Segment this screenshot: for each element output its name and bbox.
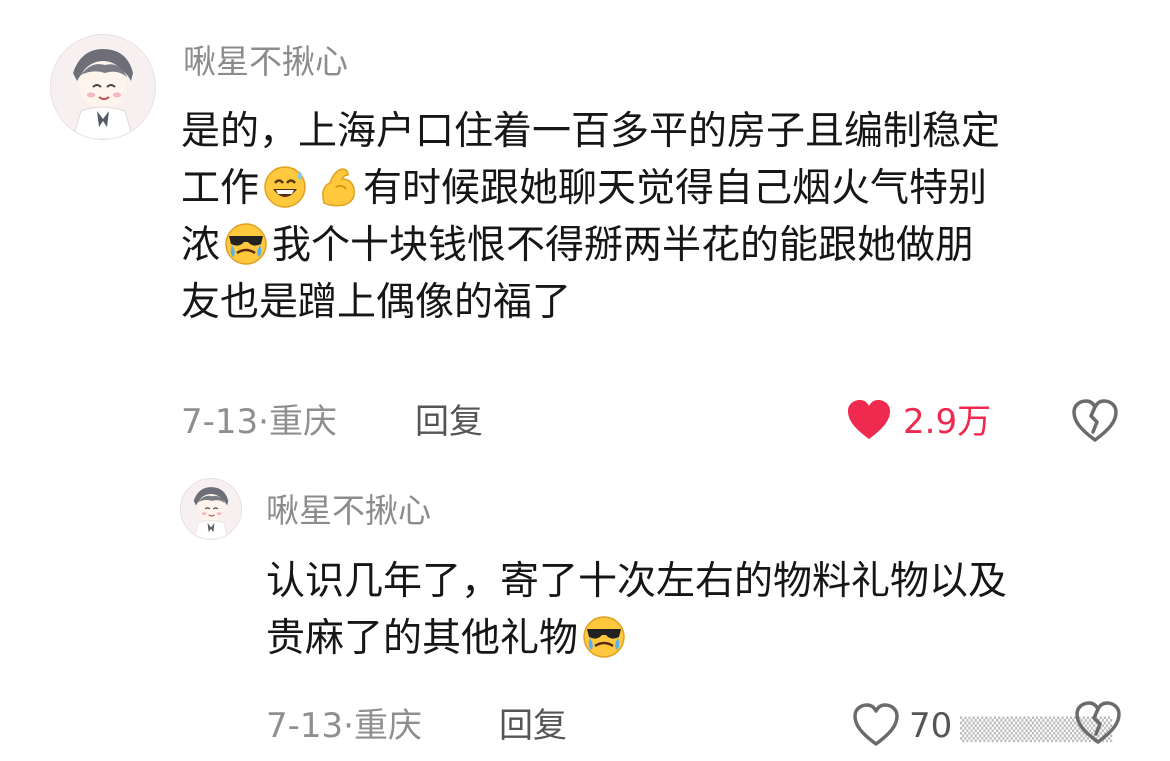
reply-like-button[interactable] (852, 702, 900, 752)
comment-reply-button[interactable]: 回复 (415, 402, 483, 442)
text-segment: 工作 (181, 166, 260, 211)
cool-crying-emoji (583, 616, 625, 658)
reply-username[interactable]: 啾星不揪心 (266, 491, 431, 531)
avatar-illustration (181, 479, 241, 539)
comment-like-count: 2.9万 (903, 402, 992, 442)
comment-text-line-3: 浓 我个十块钱恨不得掰两半花的能跟她做朋 (181, 217, 1141, 274)
heart-outline-icon (853, 703, 899, 746)
flexed-bicep-emoji (322, 168, 356, 207)
reply-meta: 7-13·重庆 (266, 706, 422, 746)
reply-text: 认识几年了，寄了十次左右的物料礼物以及 贵麻了的其他礼物 (266, 553, 1146, 667)
broken-heart-icon (1072, 399, 1118, 442)
comment-avatar[interactable] (50, 34, 156, 140)
reply-reply-button[interactable]: 回复 (499, 706, 567, 746)
comment-text-line-2: 工作 有时候跟她聊天觉得自己烟火气特别 (181, 160, 1141, 217)
comment-meta: 7-13·重庆 (181, 402, 337, 442)
heart-filled-icon (848, 400, 890, 439)
comment-text-line-1: 是的，上海户口住着一百多平的房子且编制稳定 (181, 103, 1141, 160)
meta-separator: · (343, 706, 354, 746)
comment-like-button[interactable] (846, 398, 892, 446)
reply-text-line-2: 贵麻了的其他礼物 (266, 610, 1146, 667)
reply-location: 重庆 (353, 706, 422, 746)
reply-like-count: 70 (909, 706, 953, 746)
reply-text-line-1: 认识几年了，寄了十次左右的物料礼物以及 (266, 553, 1146, 610)
comment-date: 7-13 (181, 402, 259, 442)
comment-text: 是的，上海户口住着一百多平的房子且编制稳定 工作 有时候跟她聊天觉得自己烟火气特别… (181, 103, 1141, 331)
avatar-illustration (51, 35, 155, 139)
text-segment: 是的，上海户口住着一百多平的房子且编制稳定 (181, 109, 1001, 154)
cool-crying-emoji (225, 223, 267, 265)
reply-date: 7-13 (266, 706, 344, 746)
broken-heart-icon (1075, 701, 1121, 744)
text-segment: 有时候跟她聊天觉得自己烟火气特别 (363, 166, 988, 211)
text-segment: 友也是蹭上偶像的福了 (181, 280, 572, 325)
reply-avatar[interactable] (180, 478, 242, 540)
comment-text-line-4: 友也是蹭上偶像的福了 (181, 274, 1141, 331)
comment-dislike-button[interactable] (1071, 398, 1119, 448)
reply-dislike-button[interactable] (1074, 700, 1122, 750)
comment-location: 重庆 (268, 402, 337, 442)
text-segment: 认识几年了，寄了十次左右的物料礼物以及 (266, 559, 1008, 604)
text-segment: 我个十块钱恨不得掰两半花的能跟她做朋 (272, 223, 975, 268)
meta-separator: · (258, 402, 269, 442)
text-segment: 贵麻了的其他礼物 (266, 616, 579, 661)
text-segment: 浓 (181, 223, 221, 268)
grinning-sweat-emoji (264, 166, 306, 208)
comment-username[interactable]: 啾星不揪心 (183, 42, 348, 82)
